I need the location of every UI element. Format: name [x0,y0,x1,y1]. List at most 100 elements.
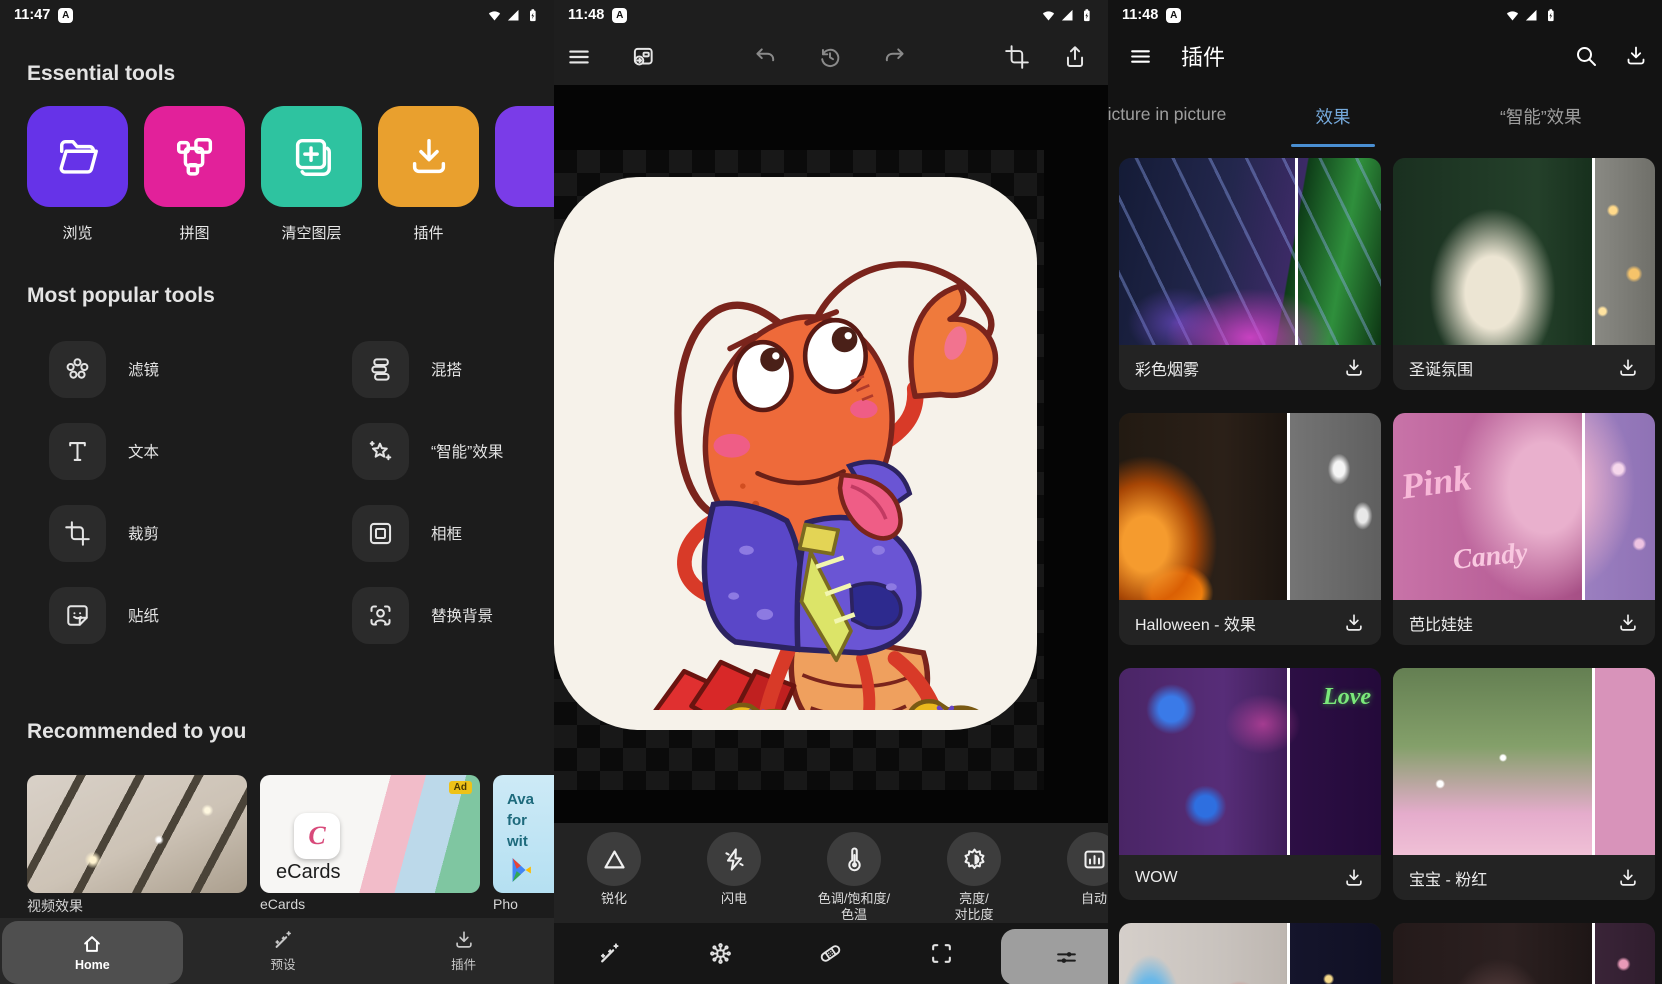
effect-card-christmas[interactable]: 圣诞氛围 [1393,158,1655,390]
tool-sharpen[interactable]: 锐化 [554,823,674,923]
recommended-card-photo[interactable]: Ava for wit [493,775,554,893]
tool-card-clear-layers[interactable] [261,106,362,207]
tab-effects[interactable]: 效果 [1291,104,1375,129]
effect-preview-image [1119,413,1381,600]
popular-item-text[interactable]: 文本 [27,410,330,492]
clock: 11:48 [568,7,604,23]
effect-preview-image [1393,158,1655,345]
essential-tools-row [27,106,554,207]
nav-label: Home [75,958,110,972]
share-button[interactable] [1062,44,1088,70]
mode-ai[interactable] [665,923,776,984]
download-icon[interactable] [1617,867,1639,889]
tool-auto[interactable]: 自动 [1034,823,1108,923]
popular-item-frame[interactable]: 相框 [330,492,527,574]
before-after-divider [1582,413,1585,600]
essential-tools-title: Essential tools [27,62,175,86]
download-icon[interactable] [1617,612,1639,634]
popular-item-smart-effects[interactable]: “智能”效果 [330,410,527,492]
effect-card-color-smoke[interactable]: 彩色烟雾 [1119,158,1381,390]
popular-item-sticker[interactable]: 贴纸 [27,574,330,656]
undo-button[interactable] [752,44,778,70]
effect-card-partial-left[interactable] [1119,923,1381,984]
tool-card-partial[interactable] [495,106,554,207]
tool-lightning[interactable]: 闪电 [674,823,794,923]
effect-preview-image [1393,923,1655,984]
recommended-labels: 视频效果 eCards Pho [27,896,554,916]
export-button[interactable] [630,44,656,70]
tool-card-collage[interactable] [144,106,245,207]
ecards-app-icon: C [294,813,340,859]
nav-label: 预设 [271,954,296,973]
mode-select[interactable] [886,923,997,984]
popular-item-label: 相框 [431,522,462,544]
clear-layers-icon [289,134,335,180]
status-bar: 11:47 A [0,0,554,30]
history-button[interactable] [817,44,843,70]
replace-background-icon [367,602,394,629]
magic-wand-icon [597,941,622,966]
signal-icon [506,8,521,23]
tool-card-plugins[interactable] [378,106,479,207]
popular-item-mix[interactable]: 混搭 [330,328,527,410]
tool-brightness-contrast[interactable]: 亮度/对比度 [914,823,1034,923]
mode-heal[interactable] [776,923,887,984]
menu-button[interactable] [566,44,592,70]
popular-item-label: “智能”效果 [431,440,503,462]
history-icon [817,44,843,70]
tab-picture-in-picture[interactable]: Picture in picture [1108,104,1226,125]
mode-magic[interactable] [554,923,665,984]
bandage-icon [818,941,843,966]
redo-button[interactable] [882,44,908,70]
bottom-nav: Home 预设 插件 [0,918,554,984]
popular-item-filters[interactable]: 滤镜 [27,328,330,410]
thermometer-icon [841,846,868,873]
effect-card-halloween[interactable]: Halloween - 效果 [1119,413,1381,645]
signal-icon [1060,8,1075,23]
tool-hue-saturation[interactable]: 色调/饱和度/色温 [794,823,914,923]
recommended-label: 视频效果 [27,896,247,916]
before-after-divider [1287,923,1290,984]
clock: 11:47 [14,7,50,23]
popular-tools-title: Most popular tools [27,284,215,308]
before-after-divider [1295,158,1298,345]
select-frame-icon [929,941,954,966]
before-after-divider [1287,668,1290,855]
popular-item-replace-bg[interactable]: 替换背景 [330,574,527,656]
effect-card-baby-pink[interactable]: 宝宝 - 粉红 [1393,668,1655,900]
effect-preview-image [1119,158,1381,345]
recommended-card-ecards[interactable]: Ad C eCards [260,775,480,893]
page-title: 插件 [1181,40,1225,72]
nav-plugins[interactable]: 插件 [373,918,554,984]
download-icon[interactable] [1617,357,1639,379]
effect-card-barbie[interactable]: Pink Candy 芭比娃娃 [1393,413,1655,645]
mode-adjust-selected[interactable] [997,923,1108,984]
effect-preview-image: Love [1119,668,1381,855]
battery-icon [1079,8,1094,23]
tool-card-browse[interactable] [27,106,128,207]
search-icon[interactable] [1574,44,1598,68]
effect-card-partial-right[interactable] [1393,923,1655,984]
nav-presets[interactable]: 预设 [193,918,374,984]
editor-canvas[interactable] [554,85,1108,823]
popular-item-label: 文本 [128,440,159,462]
lobster-sticker-image[interactable] [554,177,1037,730]
effect-card-wow[interactable]: Love WOW [1119,668,1381,900]
hamburger-icon[interactable] [1128,44,1153,69]
popular-item-crop[interactable]: 裁剪 [27,492,330,574]
nav-label: 插件 [451,954,476,973]
crop-button[interactable] [1004,44,1030,70]
popular-item-label: 滤镜 [128,358,159,380]
download-icon[interactable] [1624,44,1648,68]
recommended-card-video-effects[interactable] [27,775,247,893]
notification-badge-icon: A [1166,8,1181,23]
download-icon[interactable] [1343,867,1365,889]
clock: 11:48 [1122,7,1158,23]
wifi-icon [1505,8,1520,23]
nav-home[interactable]: Home [2,921,183,984]
download-icon[interactable] [1343,357,1365,379]
sticker-icon [64,602,91,629]
tab-smart-effects[interactable]: “智能”效果 [1500,104,1582,129]
download-icon[interactable] [1343,612,1365,634]
tool-label: 自动 [1081,891,1107,907]
